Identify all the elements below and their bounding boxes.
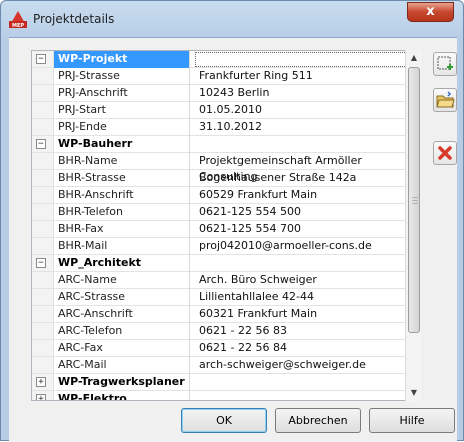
- property-row[interactable]: PRJ-Start 01.05.2010: [32, 102, 406, 119]
- ok-button[interactable]: OK: [181, 408, 267, 433]
- property-row[interactable]: BHR-Name Projektgemeinschaft Armöller Con…: [32, 153, 406, 183]
- open-folder-icon: [436, 91, 455, 108]
- property-row[interactable]: ARC-Mail arch-schweiger@schweiger.de: [32, 357, 406, 374]
- property-name: BHR-Strasse: [54, 170, 190, 187]
- category-row[interactable]: + WP-Tragwerksplaner: [32, 374, 406, 391]
- svg-text:MEP: MEP: [12, 23, 24, 28]
- dialog-window: MEP Projektdetails x − WP-Projekt PRJ-Stra…: [0, 0, 464, 442]
- cancel-button[interactable]: Abbrechen: [275, 408, 361, 433]
- property-value[interactable]: Bogenhausener Straße 142a: [191, 170, 406, 187]
- open-folder-button[interactable]: [433, 88, 457, 112]
- property-value[interactable]: arch-schweiger@schweiger.de: [191, 357, 406, 374]
- property-value[interactable]: [191, 391, 406, 400]
- collapse-icon[interactable]: −: [36, 139, 46, 149]
- property-row[interactable]: BHR-Mail proj042010@armoeller-cons.de: [32, 238, 406, 255]
- close-button[interactable]: x: [407, 2, 454, 22]
- property-name: PRJ-Ende: [54, 119, 190, 136]
- vertical-scrollbar[interactable]: ▲ — — — ▼: [405, 50, 421, 401]
- category-label: WP-Projekt: [54, 51, 190, 68]
- category-row[interactable]: − WP_Architekt: [32, 255, 406, 272]
- property-name: BHR-Name: [54, 153, 190, 170]
- dialog-body: − WP-Projekt PRJ-Strasse Frankfurter Ring 5…: [9, 37, 457, 442]
- expand-icon[interactable]: +: [36, 377, 46, 387]
- value-edit-box[interactable]: [195, 52, 407, 67]
- category-label: WP_Architekt: [54, 255, 190, 272]
- delete-button[interactable]: [433, 141, 457, 165]
- grip-icon: — — —: [412, 194, 418, 207]
- property-value[interactable]: 0621 - 22 56 84: [191, 340, 406, 357]
- scroll-thumb[interactable]: — — —: [408, 67, 420, 333]
- window-title: Projektdetails: [33, 12, 115, 26]
- property-name: PRJ-Anschrift: [54, 85, 190, 102]
- property-name: PRJ-Strasse: [54, 68, 190, 85]
- category-label: WP-Elektro: [54, 391, 190, 400]
- property-value[interactable]: 0621-125 554 700: [191, 221, 406, 238]
- help-button[interactable]: Hilfe: [369, 408, 455, 433]
- property-row[interactable]: ARC-Fax 0621 - 22 56 84: [32, 340, 406, 357]
- app-logo-icon: MEP: [9, 11, 27, 28]
- category-label: WP-Tragwerksplaner: [54, 374, 190, 391]
- property-name: BHR-Anschrift: [54, 187, 190, 204]
- property-row[interactable]: ARC-Name Arch. Büro Schweiger: [32, 272, 406, 289]
- property-row[interactable]: BHR-Strasse Bogenhausener Straße 142a: [32, 170, 406, 187]
- property-row[interactable]: ARC-Anschrift 60321 Frankfurt Main: [32, 306, 406, 323]
- new-item-icon: [437, 56, 453, 70]
- property-row[interactable]: BHR-Anschrift 60529 Frankfurt Main: [32, 187, 406, 204]
- property-value[interactable]: 01.05.2010: [191, 102, 406, 119]
- property-row[interactable]: ARC-Strasse Lillientahllalee 42-44: [32, 289, 406, 306]
- property-name: BHR-Mail: [54, 238, 190, 255]
- property-value[interactable]: proj042010@armoeller-cons.de: [191, 238, 406, 255]
- property-name: PRJ-Start: [54, 102, 190, 119]
- property-name: ARC-Strasse: [54, 289, 190, 306]
- category-label: WP-Bauherr: [54, 136, 190, 153]
- category-row[interactable]: − WP-Projekt: [32, 51, 407, 68]
- property-value[interactable]: 0621-125 554 500: [191, 204, 406, 221]
- property-name: ARC-Mail: [54, 357, 190, 374]
- property-name: ARC-Fax: [54, 340, 190, 357]
- property-name: ARC-Anschrift: [54, 306, 190, 323]
- new-item-button[interactable]: [433, 52, 457, 76]
- property-row[interactable]: PRJ-Strasse Frankfurter Ring 511: [32, 68, 406, 85]
- property-value[interactable]: 31.10.2012: [191, 119, 406, 136]
- property-row[interactable]: ARC-Telefon 0621 - 22 56 83: [32, 323, 406, 340]
- property-row[interactable]: BHR-Fax 0621-125 554 700: [32, 221, 406, 238]
- property-row[interactable]: PRJ-Ende 31.10.2012: [32, 119, 406, 136]
- property-value[interactable]: Lillientahllalee 42-44: [191, 289, 406, 306]
- collapse-icon[interactable]: −: [36, 258, 46, 268]
- scroll-down-arrow-icon[interactable]: ▼: [406, 385, 422, 401]
- category-row[interactable]: + WP-Elektro: [32, 391, 406, 400]
- property-name: ARC-Name: [54, 272, 190, 289]
- collapse-icon[interactable]: −: [36, 54, 46, 64]
- property-name: BHR-Fax: [54, 221, 190, 238]
- expand-icon[interactable]: +: [36, 394, 46, 400]
- property-value[interactable]: Frankfurter Ring 511: [191, 68, 406, 85]
- property-row[interactable]: BHR-Telefon 0621-125 554 500: [32, 204, 406, 221]
- property-value[interactable]: [191, 374, 406, 391]
- property-name: ARC-Telefon: [54, 323, 190, 340]
- property-value[interactable]: 10243 Berlin: [191, 85, 406, 102]
- delete-icon: [438, 146, 452, 160]
- property-value[interactable]: [191, 255, 406, 272]
- property-name: BHR-Telefon: [54, 204, 190, 221]
- property-value[interactable]: 60529 Frankfurt Main: [191, 187, 406, 204]
- property-value[interactable]: Arch. Büro Schweiger: [191, 272, 406, 289]
- category-row[interactable]: − WP-Bauherr: [32, 136, 406, 153]
- property-value[interactable]: Projektgemeinschaft Armöller Consulting: [191, 153, 406, 183]
- scroll-up-arrow-icon[interactable]: ▲: [406, 50, 422, 66]
- title-bar[interactable]: MEP Projektdetails x: [1, 1, 463, 37]
- property-grid[interactable]: − WP-Projekt PRJ-Strasse Frankfurter Ring 5…: [31, 50, 421, 401]
- property-value[interactable]: [191, 136, 406, 153]
- property-value[interactable]: 0621 - 22 56 83: [191, 323, 406, 340]
- property-value[interactable]: 60321 Frankfurt Main: [191, 306, 406, 323]
- property-row[interactable]: PRJ-Anschrift 10243 Berlin: [32, 85, 406, 102]
